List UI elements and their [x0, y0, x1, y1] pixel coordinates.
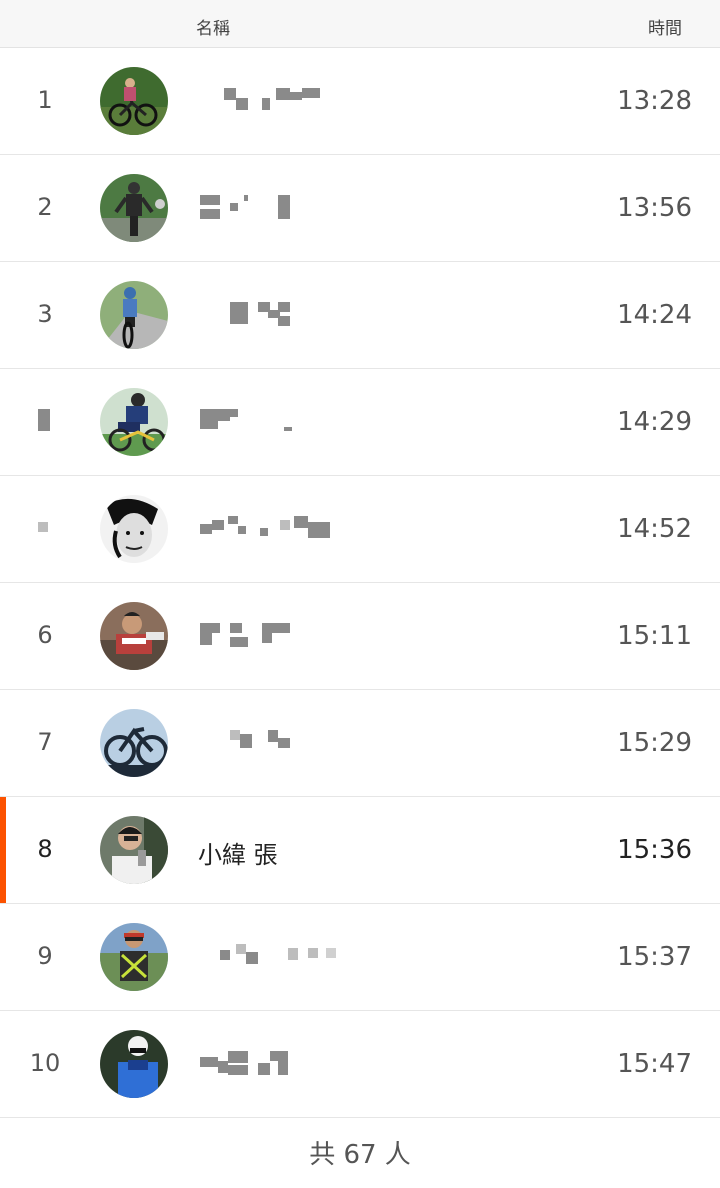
leaderboard-header: 名稱 時間 [0, 0, 720, 48]
elapsed-time: 13:28 [617, 86, 692, 116]
elapsed-time: 15:11 [617, 621, 692, 651]
leaderboard-row[interactable]: 9 15:37 [0, 904, 720, 1011]
elapsed-time: 15:47 [617, 1049, 692, 1079]
pixelated-name [198, 409, 338, 433]
cyclist-avatar-icon[interactable] [100, 1030, 168, 1098]
athlete-name[interactable]: 小緯 張 [198, 835, 278, 870]
portrait-avatar-icon[interactable] [100, 495, 168, 563]
pixelated-name [198, 944, 338, 968]
name-column-header: 名稱 [196, 19, 230, 39]
rank-number: 10 [29, 1049, 61, 1077]
time-column-header: 時間 [648, 19, 682, 39]
rank-number: 8 [37, 835, 53, 863]
elapsed-time: 15:37 [617, 942, 692, 972]
pixelated-name [198, 195, 338, 219]
cyclist-avatar-icon[interactable] [100, 388, 168, 456]
rank-number: 3 [37, 300, 53, 328]
bicycle-avatar-icon[interactable] [100, 709, 168, 777]
pixelated-name [198, 623, 338, 647]
cyclist-avatar-icon[interactable] [100, 174, 168, 242]
pixelated-rank [38, 409, 52, 433]
rank-number: 2 [37, 193, 53, 221]
elapsed-time: 13:56 [617, 193, 692, 223]
leaderboard-row[interactable]: 6 15:11 [0, 583, 720, 690]
leaderboard-row[interactable]: 3 14:24 [0, 262, 720, 369]
elapsed-time: 15:29 [617, 728, 692, 758]
cyclist-avatar-icon[interactable] [100, 602, 168, 670]
pixelated-name [198, 88, 338, 112]
elapsed-time: 14:24 [617, 300, 692, 330]
leaderboard-row[interactable]: 2 13:56 [0, 155, 720, 262]
elapsed-time: 14:52 [617, 514, 692, 544]
pixelated-name [198, 730, 338, 754]
rank-number: 6 [37, 621, 53, 649]
leaderboard-list: 1 13:28 2 13:56 3 14:24 14:29 14:52 6 15… [0, 48, 720, 1118]
pixelated-name [198, 302, 338, 326]
leaderboard-row[interactable]: 7 15:29 [0, 690, 720, 797]
cyclist-avatar-icon[interactable] [100, 923, 168, 991]
pixelated-name [198, 516, 338, 540]
leaderboard-row[interactable]: 1 13:28 [0, 48, 720, 155]
leaderboard-row[interactable]: 14:52 [0, 476, 720, 583]
rank-number: 1 [37, 86, 53, 114]
participant-count: 共 67 人 [309, 1140, 411, 1170]
cyclist-avatar-icon[interactable] [100, 67, 168, 135]
selfie-avatar-icon[interactable] [100, 816, 168, 884]
leaderboard-row[interactable]: 10 15:47 [0, 1011, 720, 1118]
rank-number: 7 [37, 728, 53, 756]
pixelated-rank [38, 522, 52, 546]
elapsed-time: 15:36 [617, 835, 692, 865]
leaderboard-row-current-athlete[interactable]: 8 小緯 張 15:36 [0, 797, 720, 904]
pixelated-name [198, 1051, 338, 1075]
elapsed-time: 14:29 [617, 407, 692, 437]
cyclist-avatar-icon[interactable] [100, 281, 168, 349]
rank-number: 9 [37, 942, 53, 970]
leaderboard-row[interactable]: 14:29 [0, 369, 720, 476]
